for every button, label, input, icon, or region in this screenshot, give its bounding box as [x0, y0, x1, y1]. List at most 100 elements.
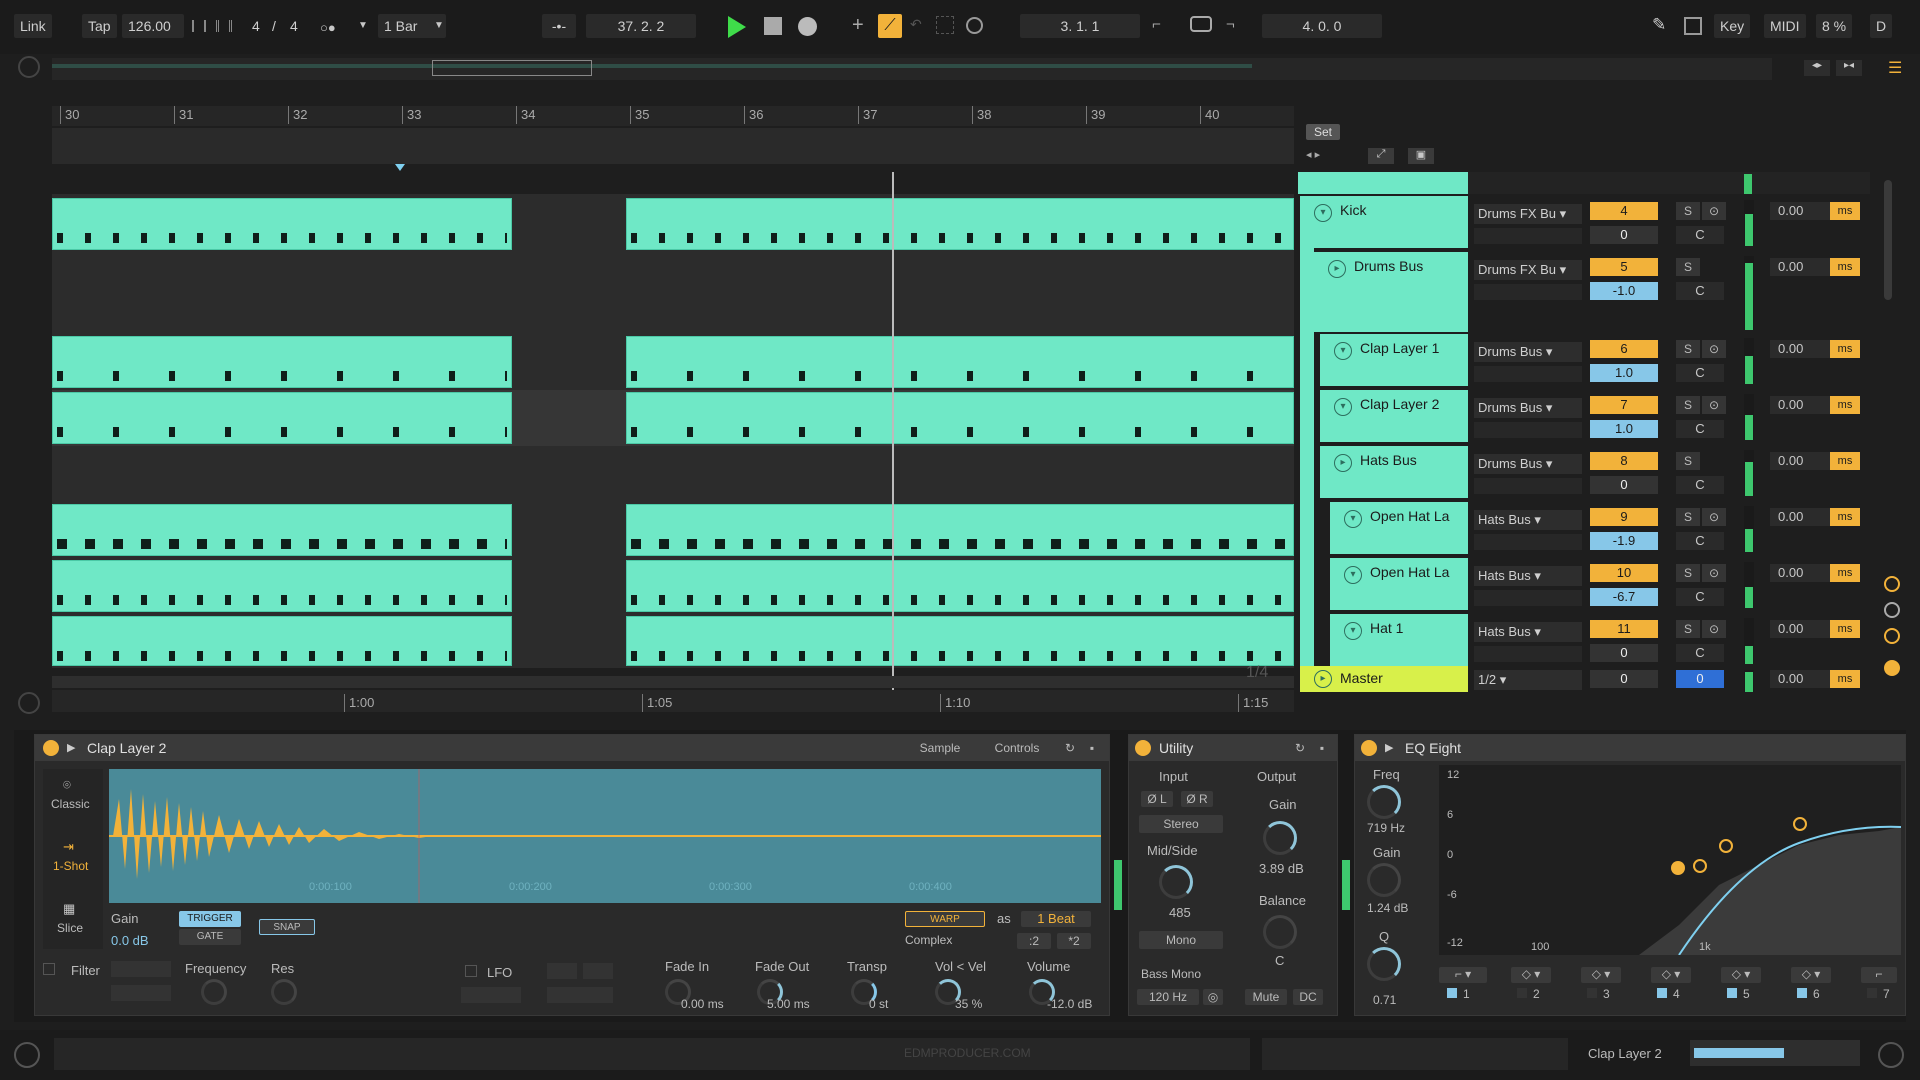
master-volume-field[interactable]: 0: [1676, 670, 1724, 688]
oneshot-mode-button[interactable]: 1-Shot: [53, 859, 88, 873]
output-routing-select[interactable]: Drums FX Bu ▾: [1474, 204, 1582, 224]
track-activator[interactable]: 11: [1590, 620, 1658, 638]
lfo-hz-button[interactable]: [547, 963, 577, 979]
track-name-drums-bus[interactable]: ▸ Drums Bus: [1314, 252, 1468, 332]
dc-button[interactable]: DC: [1293, 989, 1323, 1005]
band-number[interactable]: 4: [1657, 987, 1680, 1001]
band-number[interactable]: 2: [1517, 987, 1540, 1001]
device-fold-icon[interactable]: ▶: [1385, 741, 1393, 754]
routing-channel[interactable]: [1474, 366, 1582, 382]
solo-button[interactable]: S: [1676, 508, 1700, 526]
sends-toggle-icon[interactable]: [1884, 602, 1900, 618]
vertical-scrollbar[interactable]: [1884, 180, 1892, 300]
song-position-field[interactable]: 37. 2. 2: [586, 14, 696, 38]
freq-knob[interactable]: [1367, 785, 1401, 819]
pan-field[interactable]: C: [1676, 476, 1724, 494]
track-name-clap-layer-2[interactable]: ▾ Clap Layer 2: [1320, 390, 1468, 442]
track-delay-field[interactable]: 0.00: [1770, 340, 1830, 358]
lfo-shape-select[interactable]: [461, 987, 521, 1003]
bass-mono-freq-field[interactable]: 120 Hz: [1137, 989, 1199, 1005]
loop-length-field[interactable]: 4. 0. 0: [1262, 14, 1382, 38]
midi-clip[interactable]: [52, 560, 512, 612]
frequency-knob[interactable]: [201, 979, 227, 1005]
track-delay-field[interactable]: 0.00: [1770, 670, 1830, 688]
volume-field[interactable]: -1.9: [1590, 532, 1658, 550]
automation-arm-icon[interactable]: ⟋: [878, 14, 902, 38]
track-name-hats-bus[interactable]: ▸ Hats Bus: [1320, 446, 1468, 498]
classic-mode-button[interactable]: Classic: [51, 797, 90, 811]
band-filter-type-icon[interactable]: ◇ ▾: [1581, 967, 1621, 983]
track-delay-field[interactable]: 0.00: [1770, 508, 1830, 526]
band-filter-type-icon[interactable]: ⌐: [1861, 967, 1897, 983]
q-knob[interactable]: [1367, 947, 1401, 981]
pan-field[interactable]: C: [1676, 532, 1724, 550]
band-filter-type-icon[interactable]: ◇ ▾: [1651, 967, 1691, 983]
device-on-icon[interactable]: [1361, 740, 1377, 756]
io-toggle-icon[interactable]: [1884, 576, 1900, 592]
stop-button[interactable]: [764, 17, 782, 35]
pan-field[interactable]: C: [1676, 226, 1724, 244]
track-lane[interactable]: [52, 446, 1294, 502]
arm-button[interactable]: ⊙: [1702, 202, 1726, 220]
track-fold-icon[interactable]: ▾: [1344, 566, 1362, 584]
volume-field[interactable]: 0: [1590, 476, 1658, 494]
output-routing-select[interactable]: Drums Bus ▾: [1474, 342, 1582, 362]
follow-icon[interactable]: -•-: [542, 14, 576, 38]
time-ruler[interactable]: 1:00 1:05 1:10 1:15: [52, 676, 1294, 712]
transp-value[interactable]: 0 st: [869, 997, 888, 1011]
loop-switch-icon[interactable]: [1190, 16, 1212, 32]
phase-right-button[interactable]: Ø R: [1181, 791, 1213, 807]
double-button[interactable]: *2: [1057, 933, 1091, 949]
metronome-icon[interactable]: ○●: [320, 20, 336, 35]
volume-value[interactable]: -12.0 dB: [1047, 997, 1092, 1011]
save-preset-icon[interactable]: ▪: [1313, 739, 1331, 757]
quantize-dropdown-icon[interactable]: ▼: [434, 20, 444, 31]
snap-button[interactable]: SNAP: [259, 919, 315, 935]
band-point-4-icon[interactable]: [1671, 861, 1685, 875]
device-on-icon[interactable]: [1135, 740, 1151, 756]
band-number[interactable]: 3: [1587, 987, 1610, 1001]
width-knob[interactable]: [1159, 865, 1193, 899]
mixer-toggle-icon[interactable]: [1884, 660, 1900, 676]
track-fold-icon[interactable]: ▾: [1344, 510, 1362, 528]
output-routing-select[interactable]: Hats Bus ▾: [1474, 622, 1582, 642]
locator-nav-icon[interactable]: ◂ ▸: [1306, 148, 1320, 161]
capture-icon[interactable]: [936, 16, 954, 34]
arm-button[interactable]: ⊙: [1702, 620, 1726, 638]
waveform-display[interactable]: 0:00:100 0:00:200 0:00:300 0:00:400: [109, 769, 1101, 903]
arm-button[interactable]: ⊙: [1702, 508, 1726, 526]
oneshot-mode-icon[interactable]: ⇥: [63, 839, 74, 855]
signature-denominator[interactable]: 4: [284, 14, 304, 38]
delay-unit-button[interactable]: ms: [1830, 396, 1860, 414]
delay-unit-button[interactable]: ms: [1830, 452, 1860, 470]
routing-channel[interactable]: [1474, 228, 1582, 244]
track-name-master[interactable]: ▸ Master: [1300, 666, 1468, 692]
band-filter-type-icon[interactable]: ⌐ ▾: [1439, 967, 1487, 983]
track-name-open-hat-2[interactable]: ▾ Open Hat La: [1330, 558, 1468, 610]
draw-mode-icon[interactable]: ✎: [1652, 15, 1666, 35]
arrangement-overview[interactable]: [52, 58, 1772, 80]
gate-button[interactable]: GATE: [179, 929, 241, 945]
band-number[interactable]: 1: [1447, 987, 1470, 1001]
output-routing-select[interactable]: Hats Bus ▾: [1474, 566, 1582, 586]
tap-button[interactable]: Tap: [82, 14, 117, 38]
midi-clip[interactable]: [52, 504, 512, 556]
midi-clip[interactable]: [52, 616, 512, 666]
set-locator-button[interactable]: Set: [1306, 124, 1340, 140]
clip-preview[interactable]: [1690, 1040, 1860, 1066]
delay-unit-button[interactable]: ms: [1830, 620, 1860, 638]
volume-field[interactable]: 0: [1590, 226, 1658, 244]
delay-unit-button[interactable]: ms: [1830, 564, 1860, 582]
midi-clip[interactable]: [626, 504, 1294, 556]
warp-mode-select[interactable]: Complex: [905, 933, 952, 947]
track-delay-field[interactable]: 0.00: [1770, 452, 1830, 470]
track-activator[interactable]: 8: [1590, 452, 1658, 470]
track-activator[interactable]: 5: [1590, 258, 1658, 276]
save-preset-icon[interactable]: ▪: [1083, 739, 1101, 757]
track-activator[interactable]: 7: [1590, 396, 1658, 414]
output-routing-select[interactable]: Drums Bus ▾: [1474, 398, 1582, 418]
lfo-toggle[interactable]: [465, 965, 477, 977]
link-button[interactable]: Link: [14, 14, 52, 38]
filter-type-select[interactable]: [111, 961, 171, 977]
warp-button[interactable]: WARP: [905, 911, 985, 927]
